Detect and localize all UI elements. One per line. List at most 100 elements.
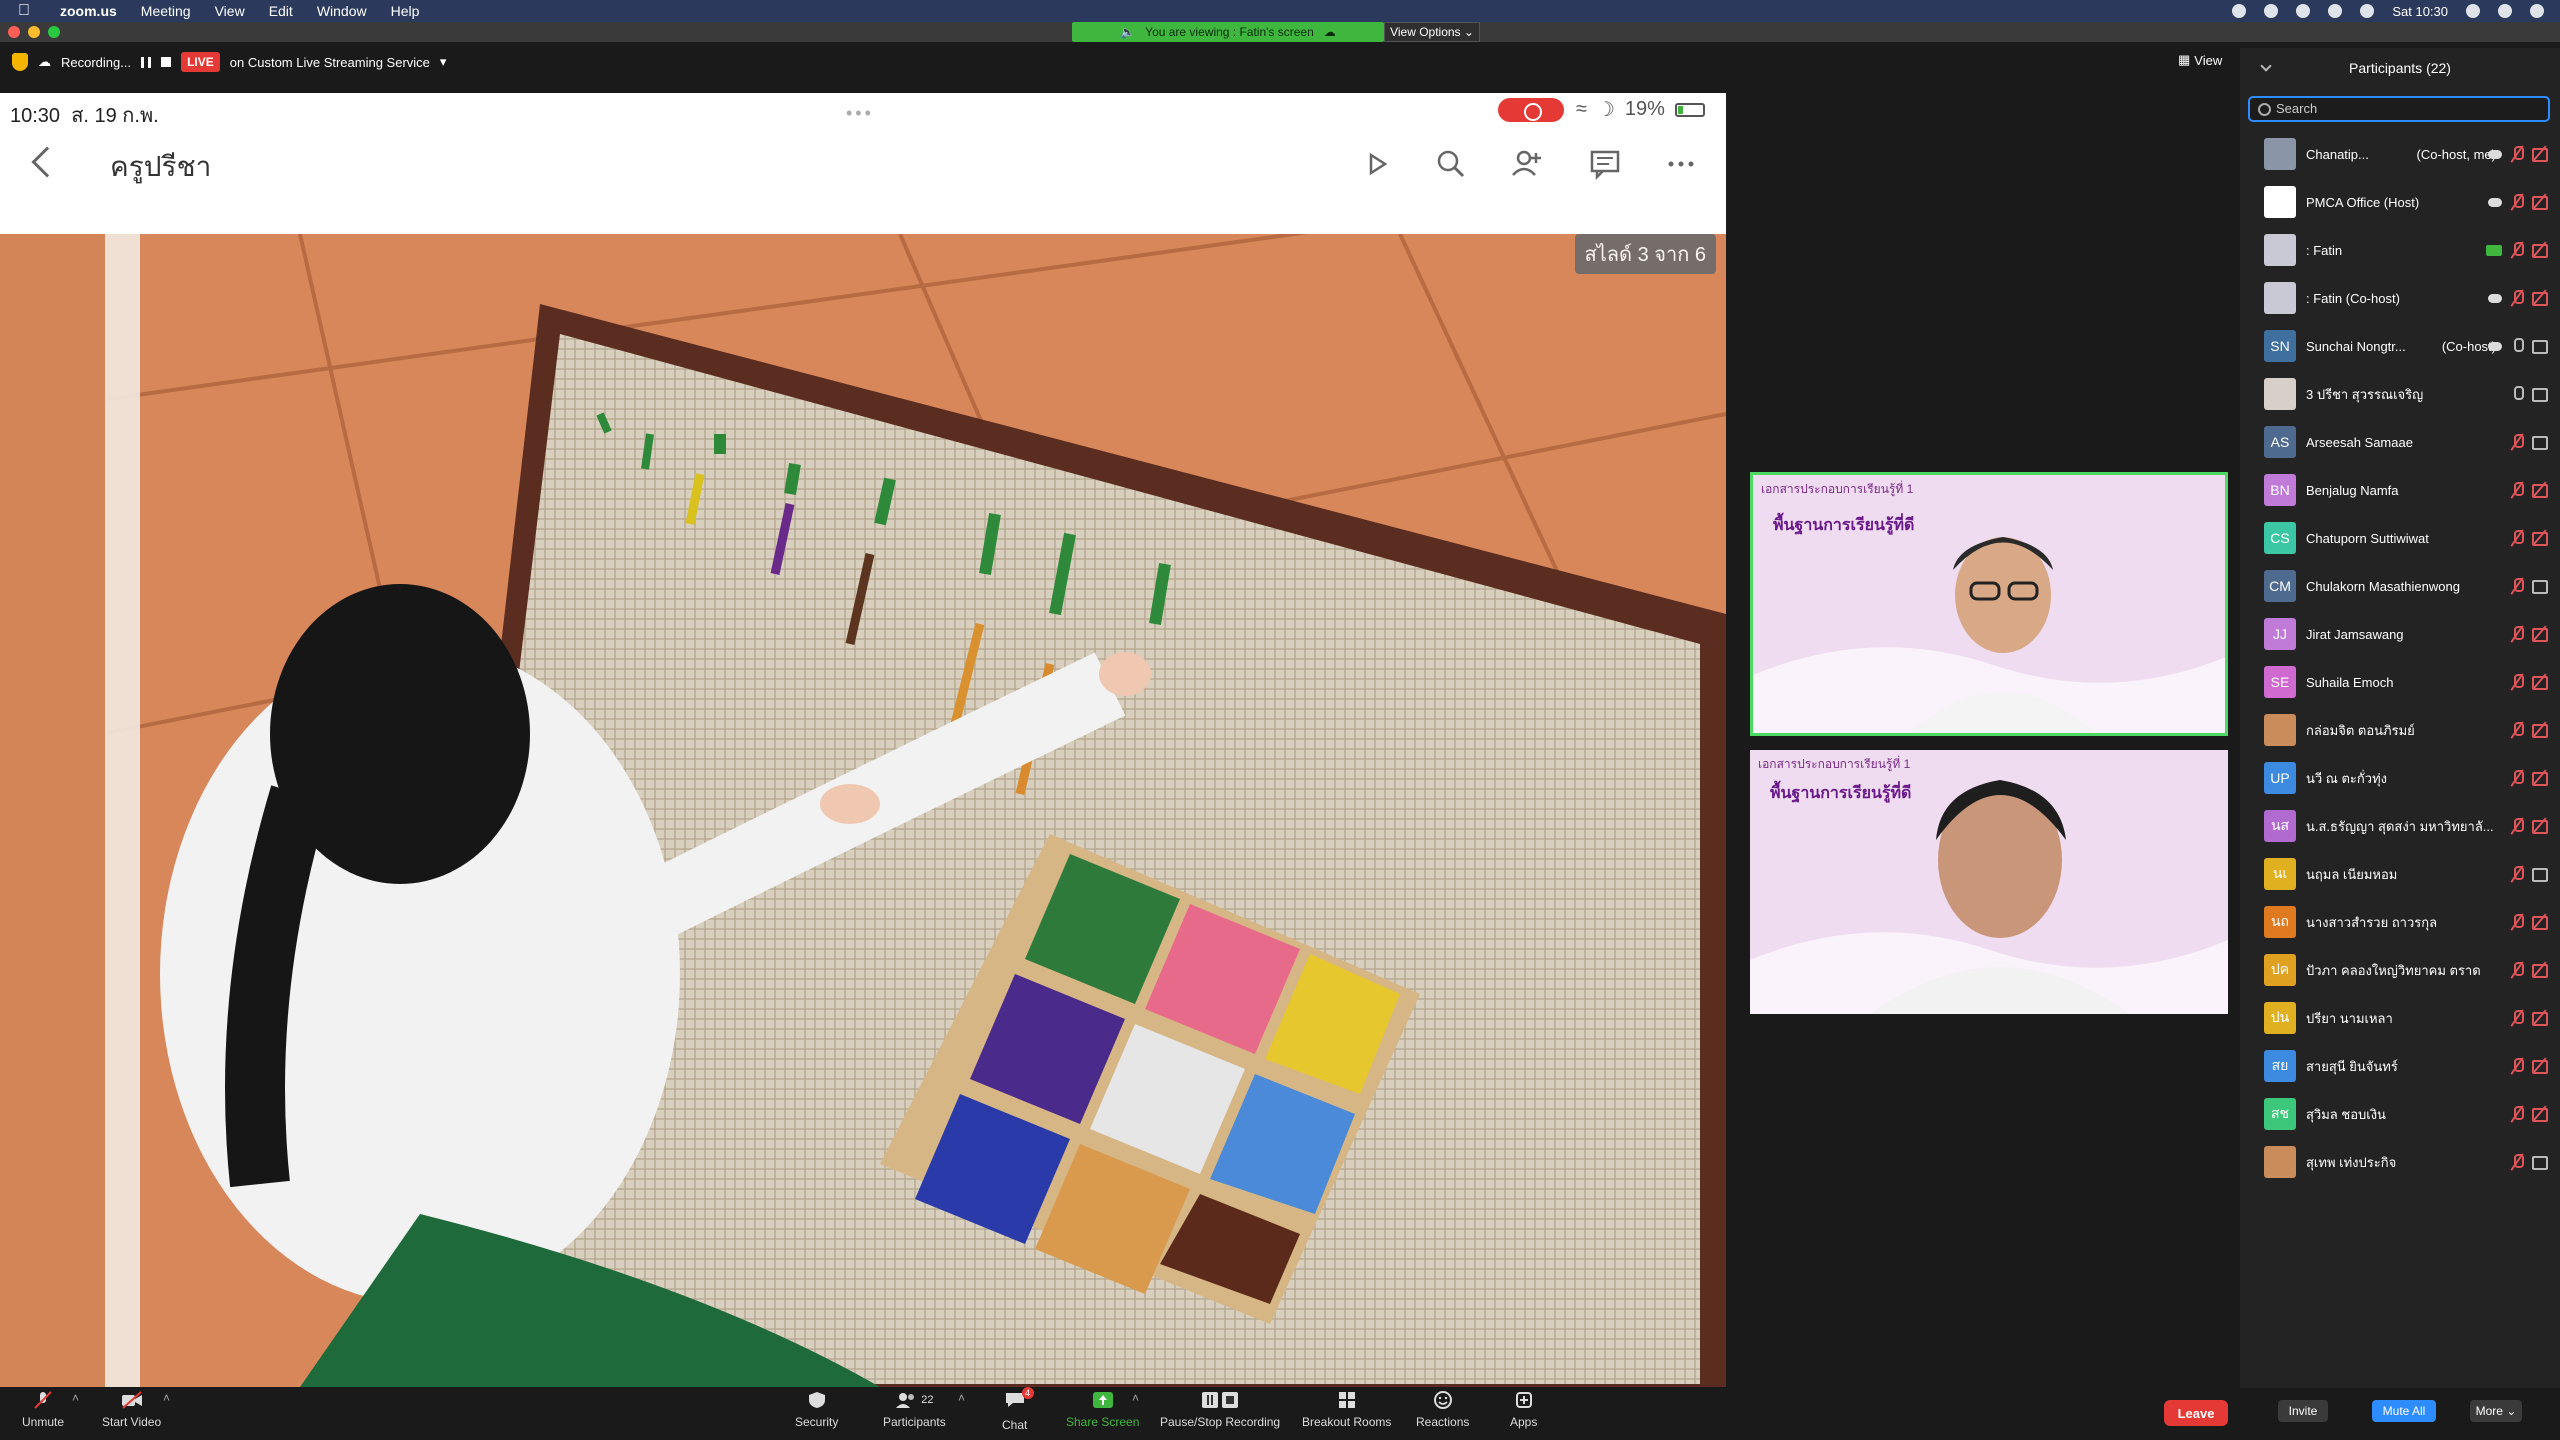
microphone-muted-icon[interactable] <box>2510 530 2524 546</box>
tray-cloud-icon[interactable] <box>2264 4 2279 18</box>
tray-record-icon[interactable] <box>2296 4 2311 18</box>
participant-row[interactable]: : Fatin <box>2240 226 2560 274</box>
video-off-icon[interactable] <box>2532 1106 2550 1122</box>
participant-row[interactable]: นเ นฤมล เนียมหอม <box>2240 850 2560 898</box>
microphone-muted-icon[interactable] <box>2510 1010 2524 1026</box>
share-options-chevron-icon[interactable]: ˄ <box>1132 1391 1139 1405</box>
tray-spotlight-icon[interactable] <box>2466 4 2480 18</box>
video-options-chevron-icon[interactable]: ˄ <box>163 1391 170 1405</box>
participants-chevron-icon[interactable]: ˄ <box>958 1391 965 1405</box>
tray-user-icon[interactable] <box>2498 4 2512 18</box>
microphone-muted-icon[interactable] <box>2510 962 2524 978</box>
video-off-icon[interactable] <box>2532 818 2550 834</box>
microphone-muted-icon[interactable] <box>2510 434 2524 450</box>
menu-window[interactable]: Window <box>305 3 379 19</box>
microphone-muted-icon[interactable] <box>2510 482 2524 498</box>
participant-row[interactable]: BN Benjalug Namfa <box>2240 466 2560 514</box>
security-button[interactable]: Security <box>795 1391 838 1429</box>
search-icon[interactable] <box>1434 147 1468 181</box>
video-off-icon[interactable] <box>2532 242 2550 258</box>
microphone-icon[interactable] <box>2510 386 2524 402</box>
participant-row[interactable]: สย สายสุนี ยินจันทร์ <box>2240 1042 2560 1090</box>
play-icon[interactable] <box>1360 147 1394 181</box>
microphone-muted-icon[interactable] <box>2510 290 2524 306</box>
microphone-muted-icon[interactable] <box>2510 1058 2524 1074</box>
invite-button[interactable]: Invite <box>2278 1400 2328 1422</box>
microphone-muted-icon[interactable] <box>2510 722 2524 738</box>
video-off-icon[interactable] <box>2532 722 2550 738</box>
audio-options-chevron-icon[interactable]: ˄ <box>72 1391 79 1405</box>
participant-row[interactable]: : Fatin (Co-host) <box>2240 274 2560 322</box>
microphone-muted-icon[interactable] <box>2510 770 2524 786</box>
caret-down-icon[interactable]: ▾ <box>440 54 447 70</box>
video-off-icon[interactable] <box>2532 962 2550 978</box>
microphone-muted-icon[interactable] <box>2510 242 2524 258</box>
microphone-icon[interactable] <box>2510 338 2524 354</box>
comment-icon[interactable] <box>1588 147 1622 181</box>
share-screen-button[interactable]: Share Screen <box>1066 1391 1139 1429</box>
shield-icon[interactable] <box>12 53 28 71</box>
video-camera-icon[interactable] <box>2532 338 2550 354</box>
video-camera-icon[interactable] <box>2532 434 2550 450</box>
microphone-muted-icon[interactable] <box>2510 1154 2524 1170</box>
live-service-label[interactable]: on Custom Live Streaming Service <box>230 55 430 70</box>
microphone-muted-icon[interactable] <box>2510 914 2524 930</box>
menu-help[interactable]: Help <box>379 3 432 19</box>
leave-button[interactable]: Leave <box>2164 1400 2228 1426</box>
video-camera-icon[interactable] <box>2532 578 2550 594</box>
menu-view[interactable]: View <box>203 3 257 19</box>
video-off-icon[interactable] <box>2532 626 2550 642</box>
chat-button[interactable]: 4 Chat <box>1002 1387 1034 1432</box>
microphone-muted-icon[interactable] <box>2510 626 2524 642</box>
menu-app-name[interactable]: zoom.us <box>48 3 129 19</box>
video-off-icon[interactable] <box>2532 770 2550 786</box>
video-off-icon[interactable] <box>2532 530 2550 546</box>
participant-row[interactable]: PMCA Office (Host) <box>2240 178 2560 226</box>
start-video-button[interactable]: Start Video <box>102 1391 161 1429</box>
video-off-icon[interactable] <box>2532 146 2550 162</box>
participant-row[interactable]: JJ Jirat Jamsawang <box>2240 610 2560 658</box>
participant-row[interactable]: นถ นางสาวสำรวย ถาวรกุล <box>2240 898 2560 946</box>
participant-row[interactable]: UP นวี ณ ตะกั่วทุ่ง <box>2240 754 2560 802</box>
tray-zoom-icon[interactable] <box>2232 4 2247 18</box>
participants-search-input[interactable]: Search <box>2248 96 2550 122</box>
microphone-muted-icon[interactable] <box>2510 146 2524 162</box>
microphone-muted-icon[interactable] <box>2510 674 2524 690</box>
participant-row[interactable]: นส น.ส.ธรัญญา สุดสง่า มหาวิทยาลั... <box>2240 802 2560 850</box>
unmute-button[interactable]: Unmute <box>22 1391 64 1429</box>
participant-row[interactable]: สุเทพ เท่งประกิจ <box>2240 1138 2560 1186</box>
video-tile-speaker-1[interactable]: เอกสารประกอบการเรียนรู้ที่ 1 พื้นฐานการเ… <box>1750 472 2228 736</box>
participant-row[interactable]: 3 ปรีชา สุวรรณเจริญ <box>2240 370 2560 418</box>
breakout-rooms-button[interactable]: Breakout Rooms <box>1302 1391 1391 1429</box>
microphone-muted-icon[interactable] <box>2510 818 2524 834</box>
tray-bluetooth-icon[interactable] <box>2328 4 2343 18</box>
menubar-clock[interactable]: Sat 10:30 <box>2392 4 2448 19</box>
apple-icon[interactable]:  <box>0 2 48 20</box>
view-options-button[interactable]: View Options ⌄ <box>1384 22 1480 42</box>
zoom-window-icon[interactable] <box>48 26 60 38</box>
video-tile-speaker-2[interactable]: เอกสารประกอบการเรียนรู้ที่ 1 พื้นฐานการเ… <box>1750 750 2228 1014</box>
microphone-muted-icon[interactable] <box>2510 194 2524 210</box>
video-off-icon[interactable] <box>2532 290 2550 306</box>
participant-row[interactable]: ปน ปรียา นามเหลา <box>2240 994 2560 1042</box>
video-camera-icon[interactable] <box>2532 386 2550 402</box>
video-off-icon[interactable] <box>2532 194 2550 210</box>
participants-button[interactable]: 22 Participants <box>883 1391 946 1429</box>
microphone-muted-icon[interactable] <box>2510 1106 2524 1122</box>
more-button[interactable]: More ⌄ <box>2470 1400 2522 1422</box>
participant-row[interactable]: Chanatip... (Co-host, me) <box>2240 130 2560 178</box>
menu-edit[interactable]: Edit <box>257 3 305 19</box>
microphone-muted-icon[interactable] <box>2510 866 2524 882</box>
video-off-icon[interactable] <box>2532 1010 2550 1026</box>
back-arrow-icon[interactable] <box>31 146 63 178</box>
more-horizontal-icon[interactable] <box>1664 147 1698 181</box>
mute-all-button[interactable]: Mute All <box>2372 1400 2436 1422</box>
microphone-muted-icon[interactable] <box>2510 578 2524 594</box>
reactions-button[interactable]: Reactions <box>1416 1391 1469 1429</box>
participant-row[interactable]: กล่อมจิต ตอนภิรมย์ <box>2240 706 2560 754</box>
apps-button[interactable]: Apps <box>1510 1391 1537 1429</box>
pause-recording-icon[interactable] <box>141 56 152 68</box>
participant-row[interactable]: ปค ปัวภา คลองใหญ่วิทยาคม ตราด <box>2240 946 2560 994</box>
add-person-icon[interactable] <box>1510 147 1544 181</box>
pause-stop-recording-button[interactable]: Pause/Stop Recording <box>1160 1391 1280 1429</box>
